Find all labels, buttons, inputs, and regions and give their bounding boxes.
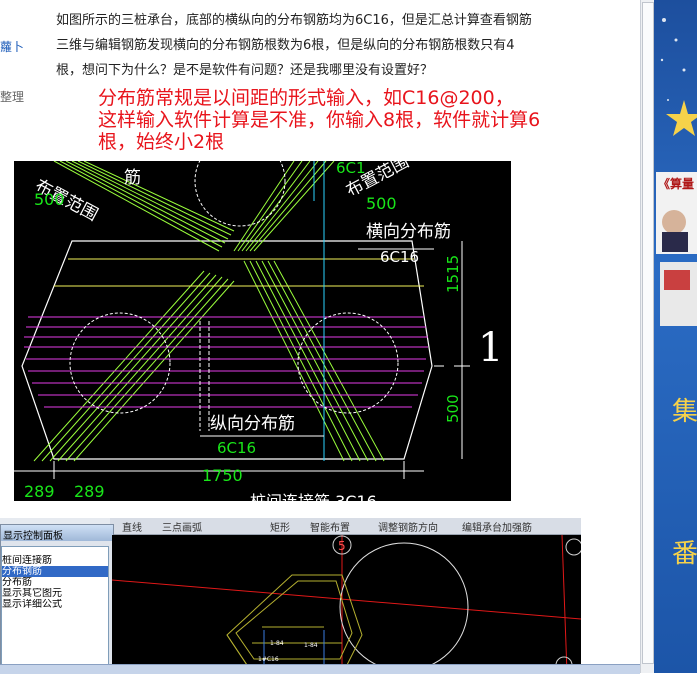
- panel-item-show-formula[interactable]: 显示详细公式: [2, 599, 108, 610]
- jin-label-fragment: 筋: [124, 168, 141, 188]
- scrollbar-thumb[interactable]: [642, 2, 654, 664]
- dimension-500-vertical: 500: [444, 394, 462, 423]
- horizontal-yellow-rebar: [54, 258, 424, 287]
- display-control-panel: 显示控制面板 桩间连接筋 分布钢筋 分布筋 显示其它图元 显示详细公式: [0, 524, 114, 673]
- author-photo: [662, 210, 686, 234]
- advert-char-2: 番: [672, 539, 697, 569]
- sidebar-username[interactable]: 蘿卜: [0, 38, 24, 55]
- panel-item-distribution-rebar[interactable]: 分布钢筋: [2, 566, 108, 577]
- panel-item-distribution-bar[interactable]: 分布筋: [2, 577, 108, 588]
- star-icon: [666, 100, 697, 136]
- advert-title: 《算量: [658, 176, 694, 191]
- dimension-1515: 1515: [444, 255, 462, 293]
- label-6c-top: 6C1: [336, 161, 366, 177]
- longitudinal-rebar-label: 纵向分布筋: [210, 414, 295, 434]
- panel-title-bar: 显示控制面板: [1, 525, 113, 542]
- label-500-left: 500: [34, 190, 65, 209]
- question-line-3: 根，想问下为什么？是不是软件有问题？还是我哪里没有设置好？: [56, 63, 434, 78]
- toolbar-line[interactable]: 直线: [122, 519, 142, 534]
- answer-line-3: 根，始终小2根: [98, 131, 225, 153]
- pile-circle-top: [194, 161, 286, 227]
- axis-label: 5: [338, 539, 346, 553]
- cad-drawing-image: 布置范围 筋 500 布置范围 500 6C1 横向分布筋 6C16 纵向分布筋…: [14, 161, 511, 501]
- snowflake-decoration: [660, 18, 686, 101]
- toolbar-adjust-direction[interactable]: 调整钢筋方向: [378, 519, 438, 534]
- toolbar-edit-reinforcement[interactable]: 编辑承台加强筋: [462, 519, 532, 534]
- toolbar-rectangle[interactable]: 矩形: [270, 519, 290, 534]
- panel-item-show-other[interactable]: 显示其它图元: [2, 588, 108, 599]
- rebar-label-c: 1#C16: [258, 656, 279, 663]
- dimension-289-a: 289: [24, 482, 55, 501]
- panel-list: 桩间连接筋 分布钢筋 分布筋 显示其它图元 显示详细公式: [1, 546, 109, 668]
- rebar-label-b: 1-84: [304, 642, 318, 649]
- label-500-right: 500: [366, 194, 397, 213]
- advertisement-banner[interactable]: 《算量 集 番: [654, 0, 697, 673]
- axis-line-red: [111, 579, 581, 620]
- panel-title: 显示控制面板: [3, 531, 63, 542]
- advert-char-1: 集: [672, 397, 697, 427]
- dimension-1750: 1750: [202, 466, 243, 485]
- software-toolbar: 直线 三点画弧 矩形 智能布置 调整钢筋方向 编辑承台加强筋: [110, 518, 581, 535]
- transverse-rebar-spec: 6C16: [380, 248, 419, 266]
- section-mark: 1: [478, 325, 503, 371]
- pile-circle-3d: [339, 542, 469, 672]
- answer-text: 分布筋常规是以间距的形式输入，如C16@200， 这样输入软件计算是不准，你输入…: [98, 87, 658, 153]
- toolbar-smart-layout[interactable]: 智能布置: [310, 519, 350, 534]
- rebar-label-a: 1-84: [270, 640, 284, 647]
- horizontal-distribution-rebar: [24, 316, 428, 408]
- dimension-289-b: 289: [74, 482, 105, 501]
- answer-line-2: 这样输入软件计算是不准，你输入8根，软件就计算6: [98, 109, 541, 131]
- question-text: 如图所示的三桩承台，底部的横纵向的分布钢筋均为6C16，但是汇总计算查看钢筋 三…: [56, 8, 641, 83]
- transverse-rebar-label: 横向分布筋: [366, 222, 451, 242]
- question-line-1: 如图所示的三桩承台，底部的横纵向的分布钢筋均为6C16，但是汇总计算查看钢筋: [56, 13, 532, 28]
- answer-line-1: 分布筋常规是以间距的形式输入，如C16@200，: [98, 87, 514, 109]
- 3d-view[interactable]: 5 1-84 1-84 1#C16: [111, 534, 581, 673]
- software-screenshot: 直线 三点画弧 矩形 智能布置 调整钢筋方向 编辑承台加强筋 显示控制面板 桩间…: [0, 518, 581, 673]
- question-line-2: 三维与编辑钢筋发现横向的分布钢筋根数为6根，但是纵向的分布钢筋根数只有4: [56, 38, 515, 53]
- bottom-text-fragment: 桩间连接筋 3C16: [250, 492, 377, 501]
- sidebar-link[interactable]: 整理: [0, 88, 24, 105]
- pile-circle-left: [69, 312, 171, 414]
- toolbar-three-point-arc[interactable]: 三点画弧: [162, 519, 202, 534]
- longitudinal-rebar-spec: 6C16: [217, 439, 256, 457]
- panel-item-pile-connector[interactable]: 桩间连接筋: [2, 555, 108, 566]
